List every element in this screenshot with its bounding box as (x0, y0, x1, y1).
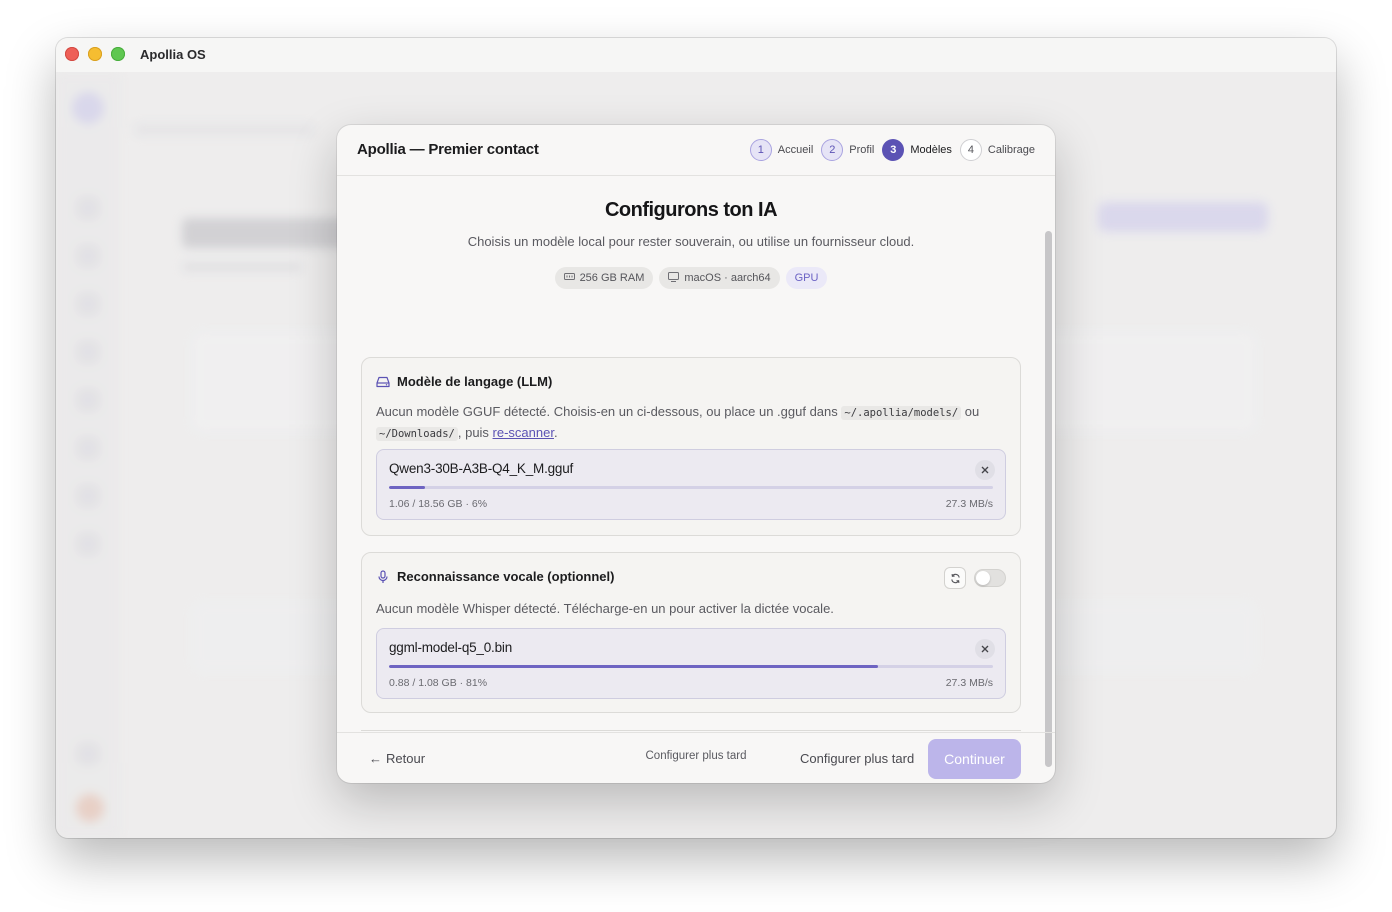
close-icon (981, 645, 989, 653)
llm-download-item: Qwen3-30B-A3B-Q4_K_M.gguf 1.06 / 18.56 G… (376, 449, 1006, 520)
os-chip: macOS · aarch64 (659, 267, 780, 289)
download-filename: Qwen3-30B-A3B-Q4_K_M.gguf (389, 461, 574, 476)
memory-icon (563, 272, 575, 284)
download-progress-fill (389, 665, 879, 668)
configure-later-link[interactable]: Configurer plus tard (337, 750, 1055, 762)
window-title: Apollia OS (140, 47, 206, 62)
step-profil[interactable]: 2 Profil (821, 139, 874, 161)
cancel-download-button[interactable] (975, 639, 995, 659)
step-number: 2 (821, 139, 844, 161)
step-number: 4 (959, 139, 982, 161)
step-accueil[interactable]: 1 Accueil (749, 139, 814, 161)
zoom-window-button[interactable] (111, 47, 125, 61)
section-subheading: Choisis un modèle local pour rester souv… (467, 234, 915, 249)
system-info-chips: 256 GB RAM macOS · aarch64 GPU (337, 267, 1045, 289)
stepper: 1 Accueil 2 Profil 3 Modèles 4 Calibrage (749, 139, 1035, 161)
dialog-scrollbar[interactable] (1045, 231, 1052, 767)
download-progress-bar (389, 665, 993, 668)
llm-desc-text: ou (961, 404, 980, 419)
dialog-footer: Configurer plus tard (337, 732, 1055, 783)
voice-card-title: Reconnaissance vocale (optionnel) (397, 569, 615, 584)
voice-toggle[interactable] (974, 569, 1006, 587)
dialog-title: Apollia — Premier contact (357, 141, 539, 158)
llm-card: Modèle de langage (LLM) Aucun modèle GGU… (361, 357, 1021, 536)
refresh-icon (950, 573, 960, 583)
refresh-button[interactable] (944, 567, 966, 589)
ram-label: 256 GB RAM (579, 272, 645, 284)
step-label: Modèles (910, 144, 952, 156)
llm-card-title: Modèle de langage (LLM) (397, 374, 553, 389)
llm-description: Aucun modèle GGUF détecté. Choisis-en un… (376, 402, 996, 444)
llm-desc-text: Aucun modèle GGUF détecté. Choisis-en un… (376, 404, 842, 419)
step-modeles[interactable]: 3 Modèles (882, 139, 952, 161)
step-number: 3 (882, 139, 905, 161)
download-progress-bar (389, 486, 993, 489)
step-label: Profil (849, 144, 875, 156)
step-number: 1 (749, 139, 772, 161)
step-calibrage[interactable]: 4 Calibrage (959, 139, 1035, 161)
step-label: Calibrage (987, 144, 1035, 156)
monitor-icon (668, 271, 680, 285)
downloads-path: ~/Downloads/ (376, 427, 458, 441)
gpu-label: GPU (794, 272, 819, 284)
llm-desc-text: . (553, 425, 558, 440)
voice-card: Reconnaissance vocale (optionnel) Aucun … (361, 552, 1021, 713)
models-path: ~/.apollia/models/ (841, 406, 962, 420)
actions-divider (361, 730, 1021, 731)
gpu-chip: GPU (785, 267, 828, 289)
download-speed: 27.3 MB/s (945, 677, 993, 689)
download-size: 1.06 / 18.56 GB · 6% (389, 498, 488, 510)
close-window-button[interactable] (65, 47, 79, 61)
download-speed: 27.3 MB/s (945, 498, 993, 510)
step-label: Accueil (777, 144, 814, 156)
ram-chip: 256 GB RAM (554, 267, 654, 289)
os-label: macOS · aarch64 (684, 272, 771, 284)
llm-desc-text: , puis (457, 425, 493, 440)
minimize-window-button[interactable] (88, 47, 102, 61)
dialog-header: Apollia — Premier contact 1 Accueil 2 Pr… (337, 125, 1055, 176)
onboarding-dialog: Apollia — Premier contact 1 Accueil 2 Pr… (337, 125, 1055, 783)
voice-description: Aucun modèle Whisper détecté. Télécharge… (376, 601, 834, 616)
cancel-download-button[interactable] (975, 460, 995, 480)
download-size: 0.88 / 1.08 GB · 81% (389, 677, 488, 689)
microphone-icon (376, 569, 390, 584)
download-filename: ggml-model-q5_0.bin (389, 640, 513, 655)
title-bar: Apollia OS (56, 38, 1336, 72)
rescan-link[interactable]: re-scanner (493, 425, 554, 440)
dialog-body: Configurons ton IA Choisis un modèle loc… (337, 177, 1055, 779)
voice-download-item: ggml-model-q5_0.bin 0.88 / 1.08 GB · 81%… (376, 628, 1006, 699)
download-progress-fill (389, 486, 426, 489)
section-heading: Configurons ton IA (604, 199, 778, 221)
llm-card-header: Modèle de langage (LLM) (376, 374, 552, 389)
hard-drive-icon (376, 375, 390, 389)
voice-card-header: Reconnaissance vocale (optionnel) (376, 569, 614, 584)
close-icon (981, 466, 989, 474)
toggle-knob (976, 571, 990, 585)
